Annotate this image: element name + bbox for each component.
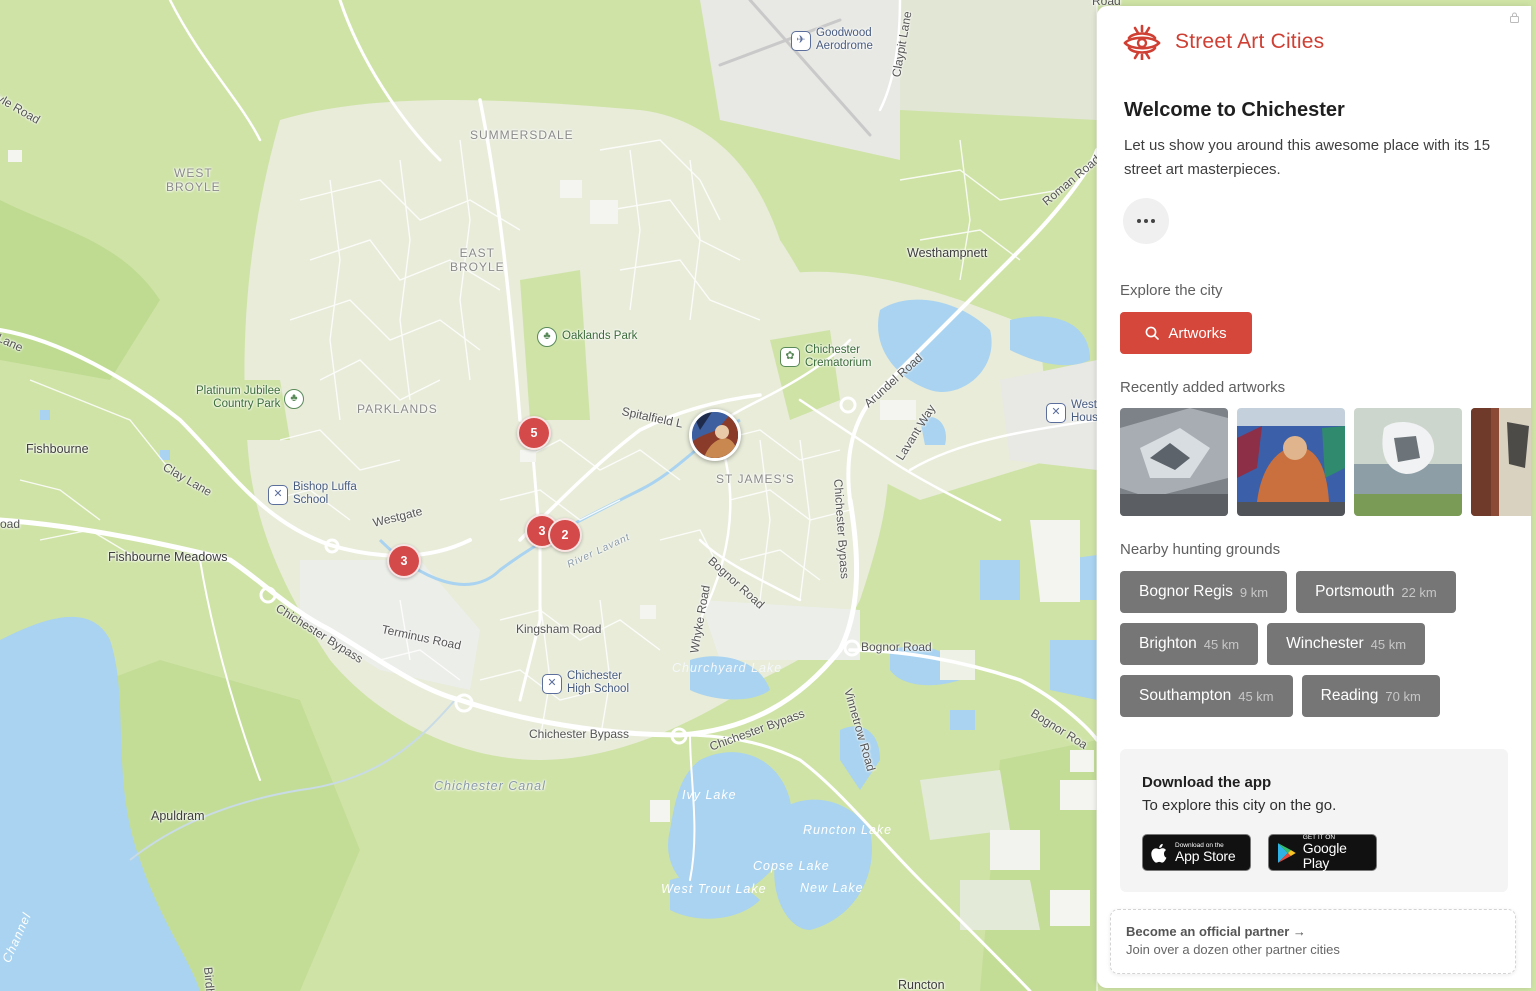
download-subtitle: To explore this city on the go. <box>1142 797 1337 814</box>
recent-artwork-thumbnail[interactable] <box>1120 408 1228 516</box>
park-icon: ♣ <box>537 327 557 347</box>
google-play-icon <box>1277 842 1296 863</box>
artwork-cluster-marker[interactable]: 2 <box>548 518 582 552</box>
map-road-label: Bognor Road <box>861 640 932 654</box>
map-poi-bishop: Bishop Luffa School <box>293 481 357 506</box>
nearby-city-chip[interactable]: Winchester 45 km <box>1267 623 1426 665</box>
map-label-apuldram: Apuldram <box>151 809 205 823</box>
google-play-button[interactable]: GET IT ON Google Play <box>1268 834 1377 871</box>
map-district-east-broyle: EAST BROYLE <box>450 246 505 274</box>
map-poi-goodwood: Goodwood Aerodrome <box>816 27 873 52</box>
map-water-copse-lake: Copse Lake <box>753 859 830 873</box>
recent-artworks-carousel[interactable] <box>1120 408 1531 516</box>
artwork-cluster-marker[interactable]: 5 <box>517 416 551 450</box>
welcome-title: Welcome to Chichester <box>1124 99 1345 121</box>
apple-icon <box>1151 843 1167 863</box>
map-district-summersdale: SUMMERSDALE <box>470 128 574 142</box>
map-water-runcton-lake: Runcton Lake <box>803 823 893 837</box>
artwork-cluster-marker[interactable]: 3 <box>387 544 421 578</box>
map-water-churchyard-lake: Churchyard Lake <box>672 661 783 675</box>
download-title: Download the app <box>1142 774 1272 791</box>
artworks-button[interactable]: Artworks <box>1120 312 1252 354</box>
map-district-st-james: ST JAMES'S <box>716 472 795 486</box>
city-distance: 45 km <box>1238 688 1274 704</box>
city-intro: Let us show you around this awesome plac… <box>1124 137 1491 178</box>
school-icon: ✕ <box>1046 403 1066 423</box>
artwork-image <box>1471 408 1531 516</box>
park-icon: ♣ <box>284 389 304 409</box>
airport-icon: ✈ <box>791 31 811 51</box>
map-road-label: Chichester Bypass <box>529 727 630 741</box>
partner-subtitle: Join over a dozen other partner cities <box>1126 942 1340 957</box>
city-name: Southampton <box>1139 687 1232 704</box>
map-poi-high-school: Chichester High School <box>567 670 630 695</box>
map-label-fishbourne-meadows: Fishbourne Meadows <box>108 550 228 564</box>
dot-icon <box>1144 219 1148 223</box>
map-poi-crematorium: Chichester Crematorium <box>805 344 872 369</box>
city-distance: 9 km <box>1239 584 1269 600</box>
nearby-city-chip[interactable]: Portsmouth 22 km <box>1296 571 1456 613</box>
partner-title: Become an official partner → <box>1126 924 1306 939</box>
artwork-image <box>1354 408 1462 516</box>
lock-icon[interactable] <box>1510 12 1519 23</box>
become-partner-card[interactable]: Become an official partner → Join over a… <box>1110 909 1516 974</box>
map-label-runcton: Runcton <box>898 978 945 991</box>
recent-artwork-thumbnail[interactable] <box>1471 408 1531 516</box>
city-panel: Street Art Cities Welcome to Chichester … <box>1097 6 1531 988</box>
school-icon: ✕ <box>542 674 562 694</box>
city-name: Portsmouth <box>1315 583 1395 600</box>
map-water-west-trout-lake: West Trout Lake <box>661 882 767 896</box>
artworks-button-label: Artworks <box>1168 324 1227 342</box>
school-icon: ✕ <box>268 485 288 505</box>
cemetery-icon: ✿ <box>780 347 800 367</box>
city-distance: 70 km <box>1385 688 1421 704</box>
city-distance: 45 km <box>1203 636 1240 652</box>
nearby-section-title: Nearby hunting grounds <box>1120 541 1281 558</box>
map-road-label: oad <box>0 517 21 531</box>
map-district-parklands: PARKLANDS <box>357 402 438 416</box>
recent-artwork-thumbnail[interactable] <box>1354 408 1462 516</box>
city-name: Brighton <box>1139 635 1197 652</box>
map-water-ivy-lake: Ivy Lake <box>682 788 737 802</box>
street-art-cities-logo-icon <box>1123 24 1161 60</box>
recent-artwork-thumbnail[interactable] <box>1237 408 1345 516</box>
download-app-card: Download the app To explore this city on… <box>1120 749 1508 892</box>
city-name: Reading <box>1320 687 1379 704</box>
map-poi-oaklands: Oaklands Park <box>562 330 638 342</box>
city-distance: 22 km <box>1401 584 1437 600</box>
nearby-city-chip[interactable]: Brighton 45 km <box>1120 623 1259 665</box>
more-options-button[interactable] <box>1123 198 1169 244</box>
dot-icon <box>1151 219 1155 223</box>
map-water-chichester-canal: Chichester Canal <box>434 779 546 793</box>
map-label-fishbourne: Fishbourne <box>26 442 89 456</box>
city-name: Winchester <box>1286 635 1364 652</box>
map-label-westhampnett: Westhampnett <box>907 246 988 260</box>
nearby-cities: Bognor Regis 9 km Portsmouth 22 km Brighto… <box>1120 571 1520 727</box>
nearby-city-chip[interactable]: Southampton 45 km <box>1120 675 1293 717</box>
city-distance: 45 km <box>1370 636 1407 652</box>
app-store-big-text: App Store <box>1175 847 1236 864</box>
city-name: Bognor Regis <box>1139 583 1233 600</box>
artwork-image <box>1237 408 1345 516</box>
brand[interactable]: Street Art Cities <box>1123 24 1324 60</box>
artwork-image <box>1120 408 1228 516</box>
map-poi-platinum: Platinum Jubilee Country Park <box>196 385 281 410</box>
app-store-button[interactable]: Download on the App Store <box>1142 834 1251 871</box>
map-water-new-lake: New Lake <box>800 881 864 895</box>
map-poi-west-hous: West Hous <box>1071 399 1098 424</box>
search-icon <box>1145 326 1160 340</box>
map-district-west-broyle: WEST BROYLE <box>166 166 221 194</box>
brand-name: Street Art Cities <box>1175 30 1325 53</box>
explore-section-title: Explore the city <box>1120 282 1223 299</box>
dot-icon <box>1137 219 1141 223</box>
nearby-city-chip[interactable]: Bognor Regis 9 km <box>1120 571 1288 613</box>
artwork-marker[interactable] <box>689 409 741 461</box>
google-play-big-text: Google Play <box>1302 840 1347 871</box>
map-road-label: Kingsham Road <box>516 622 602 636</box>
recent-section-title: Recently added artworks <box>1120 379 1286 396</box>
nearby-city-chip[interactable]: Reading 70 km <box>1301 675 1440 717</box>
